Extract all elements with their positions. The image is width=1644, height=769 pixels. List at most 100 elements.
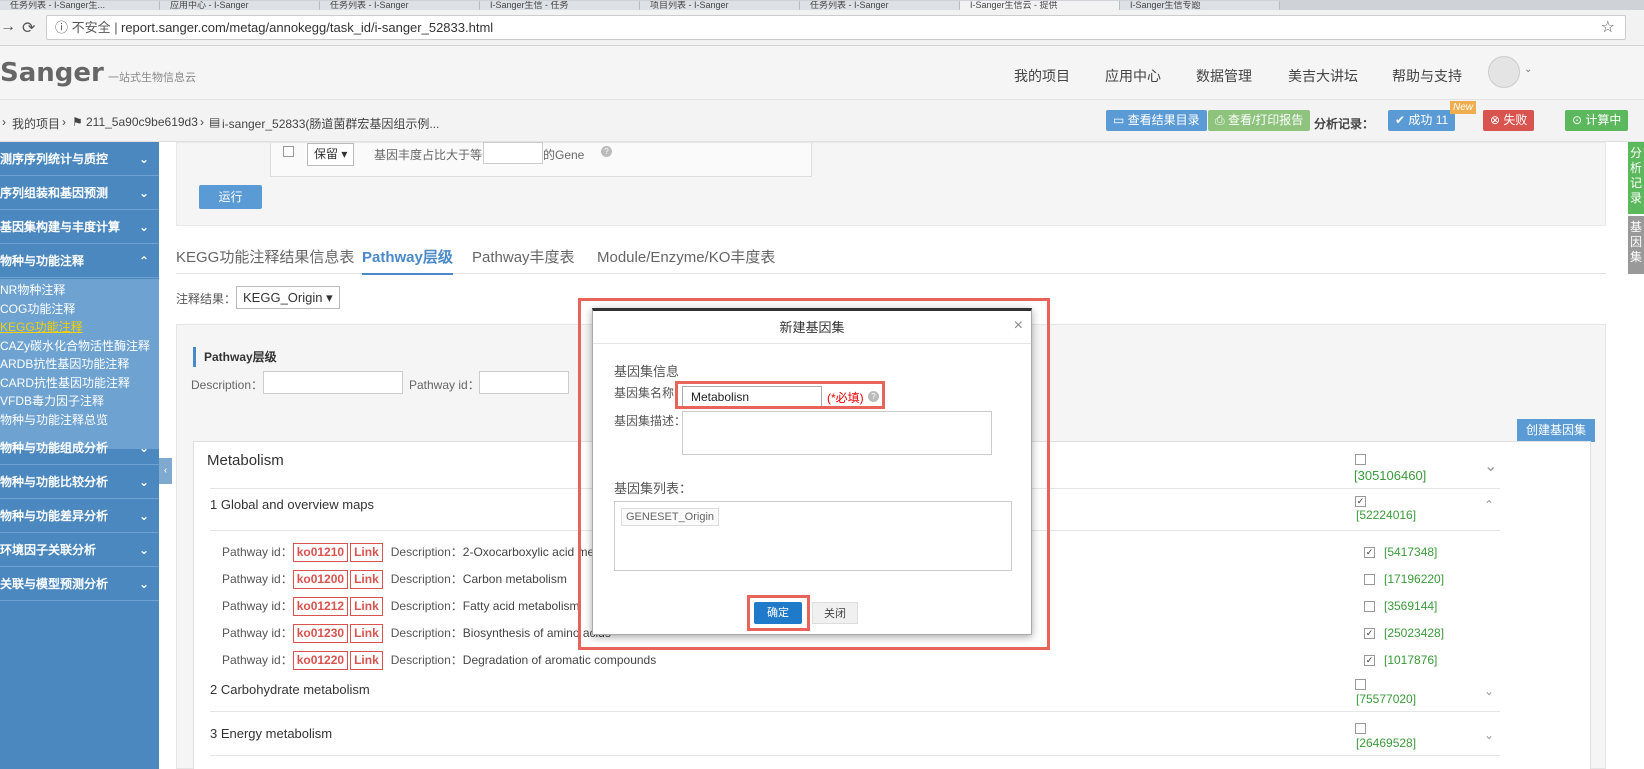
nav-data-management[interactable]: 数据管理: [1196, 66, 1252, 86]
description-label: Description：: [390, 653, 463, 667]
ko-id-badge[interactable]: ko01210: [292, 543, 349, 562]
pathway-row: Pathway id： ko01220 Link Description：Degrad…: [222, 650, 656, 670]
browser-tab[interactable]: 应用中心 - I-Sanger: [160, 1, 320, 10]
computing-button[interactable]: ⊙ 计算中: [1565, 110, 1629, 131]
close-icon[interactable]: ×: [1014, 317, 1023, 335]
side-tab-analysis-record[interactable]: 分析记录: [1628, 142, 1644, 214]
ko-id-badge[interactable]: ko01200: [292, 570, 349, 589]
browser-tab[interactable]: I-Sanger生信云 - 提供: [960, 1, 1120, 10]
browser-tab[interactable]: 项目列表 - I-Sanger: [640, 1, 800, 10]
reload-icon[interactable]: ⟳: [22, 18, 35, 38]
ko-id-badge[interactable]: ko01220: [292, 651, 349, 670]
sidebar-item[interactable]: CARD抗性基因功能注释: [0, 374, 159, 393]
view-report-button[interactable]: ⎙ 查看/打印报告: [1208, 110, 1311, 131]
sidebar-item[interactable]: 物种与功能注释总览: [0, 411, 159, 430]
ko-id-badge[interactable]: ko01230: [292, 624, 349, 643]
breadcrumb-arrow-icon: ›: [200, 115, 204, 129]
nav-lecture[interactable]: 美吉大讲坛: [1288, 66, 1358, 86]
subgroup-checkbox[interactable]: [1355, 679, 1366, 690]
sidebar-item[interactable]: COG功能注释: [0, 300, 159, 319]
side-tab-geneset[interactable]: 基因集: [1628, 216, 1644, 274]
link-badge[interactable]: Link: [350, 597, 383, 616]
insecure-indicator[interactable]: ⓘ 不安全 |: [55, 16, 118, 39]
filter-checkbox[interactable]: [283, 146, 294, 157]
keep-select[interactable]: 保留 ▾: [307, 143, 355, 166]
logo[interactable]: Sanger: [0, 58, 104, 88]
sidebar-section[interactable]: 物种与功能注释 ⌃: [0, 244, 159, 278]
nav-my-projects[interactable]: 我的项目: [1014, 66, 1070, 86]
chevron-down-icon[interactable]: ⌄: [1484, 456, 1497, 476]
pathway-count: [17196220]: [1384, 572, 1445, 586]
nav-app-center[interactable]: 应用中心: [1105, 66, 1161, 86]
sidebar-section[interactable]: 基因集构建与丰度计算 ⌄: [0, 210, 159, 244]
subgroup-checkbox[interactable]: [1355, 723, 1366, 734]
avatar[interactable]: [1488, 56, 1520, 88]
sidebar-collapse-icon[interactable]: ‹: [159, 458, 172, 484]
tab-pathway-abundance[interactable]: Pathway丰度表: [472, 246, 575, 267]
sidebar-section[interactable]: 物种与功能比较分析 ⌄: [0, 465, 159, 499]
group-checkbox[interactable]: [1355, 454, 1366, 465]
sidebar-item[interactable]: KEGG功能注释: [0, 318, 159, 337]
sidebar-section-label: 物种与功能比较分析: [0, 475, 109, 489]
link-badge[interactable]: Link: [350, 570, 383, 589]
abundance-filter: 保留 ▾ 基因丰度占比大于等于 的Gene ?: [270, 142, 812, 177]
sidebar-section[interactable]: 物种与功能组成分析 ⌄: [0, 431, 159, 465]
pathway-checkbox[interactable]: [1364, 574, 1375, 585]
abundance-input[interactable]: [483, 142, 543, 164]
browser-tab[interactable]: 任务列表 - I-Sanger生...: [0, 1, 160, 10]
ko-id-badge[interactable]: ko01212: [292, 597, 349, 616]
description-input[interactable]: [263, 371, 403, 394]
chevron-up-icon[interactable]: ⌃: [1484, 498, 1494, 512]
sidebar-section[interactable]: 测序序列统计与质控 ⌄: [0, 142, 159, 176]
link-badge[interactable]: Link: [350, 624, 383, 643]
breadcrumb-task[interactable]: i-sanger_52833(肠道菌群宏基因组示例...: [222, 115, 439, 132]
link-badge[interactable]: Link: [350, 543, 383, 562]
chevron-down-icon[interactable]: ⌄: [1484, 728, 1494, 742]
browser-tab[interactable]: 任务列表 - I-Sanger: [320, 1, 480, 10]
browser-tab[interactable]: I-Sanger生信 - 任务: [480, 1, 640, 10]
create-geneset-button[interactable]: 创建基因集: [1517, 419, 1596, 442]
bookmark-star-icon[interactable]: ☆: [1601, 16, 1615, 39]
list-item[interactable]: GENESET_Origin: [621, 508, 720, 526]
forward-icon[interactable]: →: [0, 18, 16, 36]
nav-help[interactable]: 帮助与支持: [1392, 66, 1462, 86]
description-label: Description：: [390, 545, 463, 559]
url-text[interactable]: report.sanger.com/metag/annokegg/task_id…: [121, 16, 493, 39]
chevron-down-icon[interactable]: ⌄: [1524, 64, 1532, 75]
address-bar[interactable]: ⓘ 不安全 | report.sanger.com/metag/annokegg…: [46, 15, 1626, 40]
fail-button[interactable]: ⊗ 失败: [1483, 110, 1535, 131]
breadcrumb-project[interactable]: 211_5a90c9be619d3: [86, 115, 198, 129]
tab-pathway-level[interactable]: Pathway层级: [362, 246, 453, 275]
divider: [210, 711, 1500, 712]
browser-tab[interactable]: I-Sanger生信专题: [1120, 1, 1280, 10]
sidebar-item[interactable]: CAZy碳水化合物活性酶注释: [0, 337, 159, 356]
tab-kegg-info[interactable]: KEGG功能注释结果信息表: [176, 246, 354, 267]
annotation-select[interactable]: KEGG_Origin ▾: [236, 286, 340, 309]
new-geneset-dialog: 新建基因集 × 基因集信息 基因集名称： Metabolisn (*必填) ? …: [592, 308, 1032, 635]
sidebar-section[interactable]: 序列组装和基因预测 ⌄: [0, 176, 159, 210]
link-badge[interactable]: Link: [350, 651, 383, 670]
pathway-checkbox[interactable]: ✓: [1364, 628, 1375, 639]
close-button[interactable]: 关闭: [812, 602, 858, 624]
sidebar-item[interactable]: VFDB毒力因子注释: [0, 392, 159, 411]
success-count-button[interactable]: ✔ 成功 11: [1388, 110, 1456, 131]
pathway-checkbox[interactable]: [1364, 601, 1375, 612]
pathway-description: Fatty acid metabolism: [462, 599, 580, 613]
pathway-checkbox[interactable]: ✓: [1364, 547, 1375, 558]
help-icon[interactable]: ?: [601, 146, 612, 157]
sidebar-item[interactable]: NR物种注释: [0, 281, 159, 300]
sidebar-section[interactable]: 物种与功能差异分析 ⌄: [0, 499, 159, 533]
pathway-id-input[interactable]: [479, 371, 569, 394]
view-results-dir-button[interactable]: ▭ 查看结果目录: [1106, 110, 1207, 131]
chevron-down-icon[interactable]: ⌄: [1484, 684, 1494, 698]
subgroup-checkbox[interactable]: ✓: [1355, 496, 1366, 507]
browser-tab[interactable]: 任务列表 - I-Sanger: [800, 1, 960, 10]
pathway-checkbox[interactable]: ✓: [1364, 655, 1375, 666]
sidebar-item[interactable]: ARDB抗性基因功能注释: [0, 355, 159, 374]
sidebar-section[interactable]: 关联与模型预测分析 ⌄: [0, 567, 159, 601]
tab-module-abundance[interactable]: Module/Enzyme/KO丰度表: [597, 246, 775, 267]
breadcrumb-my-projects[interactable]: 我的项目: [12, 115, 60, 132]
run-button[interactable]: 运行: [199, 185, 262, 209]
sidebar-section[interactable]: 环境因子关联分析 ⌄: [0, 533, 159, 567]
geneset-desc-textarea[interactable]: [682, 411, 992, 455]
